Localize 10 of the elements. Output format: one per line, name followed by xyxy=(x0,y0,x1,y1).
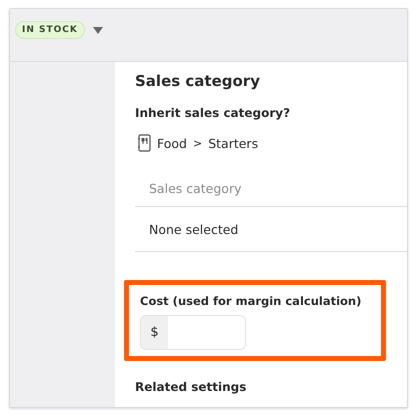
breadcrumb-separator: > xyxy=(192,136,202,150)
cost-label: Cost (used for margin calculation) xyxy=(140,294,362,308)
section-title: Sales category xyxy=(135,72,261,90)
related-settings-heading: Related settings xyxy=(135,380,248,394)
selected-value[interactable]: None selected xyxy=(149,222,238,236)
inherit-label: Inherit sales category? xyxy=(135,106,292,120)
breadcrumb-item[interactable]: Food xyxy=(157,136,187,150)
breadcrumb-item[interactable]: Starters xyxy=(208,136,258,150)
stock-badge: IN STOCK xyxy=(15,21,85,39)
sales-category-field[interactable]: Sales category xyxy=(135,181,349,196)
